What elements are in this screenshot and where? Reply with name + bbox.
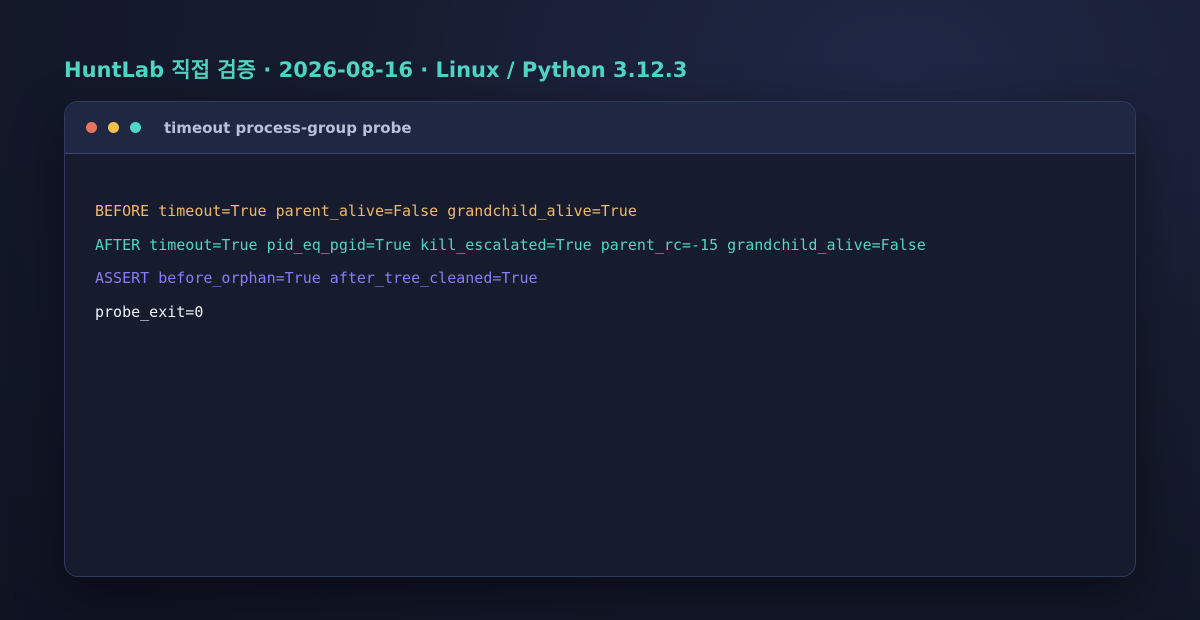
output-line-exit: probe_exit=0 — [95, 303, 204, 322]
page-title: HuntLab 직접 검증 · 2026-08-16 · Linux / Pyt… — [64, 58, 688, 82]
output-line-assert: ASSERT before_orphan=True after_tree_cle… — [95, 269, 538, 288]
minimize-window-button[interactable] — [108, 122, 119, 133]
maximize-window-button[interactable] — [130, 122, 141, 133]
window-titlebar: timeout process-group probe — [65, 102, 1135, 154]
terminal-output: BEFORE timeout=True parent_alive=False g… — [65, 154, 1135, 336]
output-line-before: BEFORE timeout=True parent_alive=False g… — [95, 202, 637, 220]
window-title: timeout process-group probe — [164, 118, 412, 137]
terminal-window: timeout process-group probe BEFORE timeo… — [64, 101, 1136, 577]
close-window-button[interactable] — [86, 122, 97, 133]
output-line-after: AFTER timeout=True pid_eq_pgid=True kill… — [95, 235, 926, 254]
